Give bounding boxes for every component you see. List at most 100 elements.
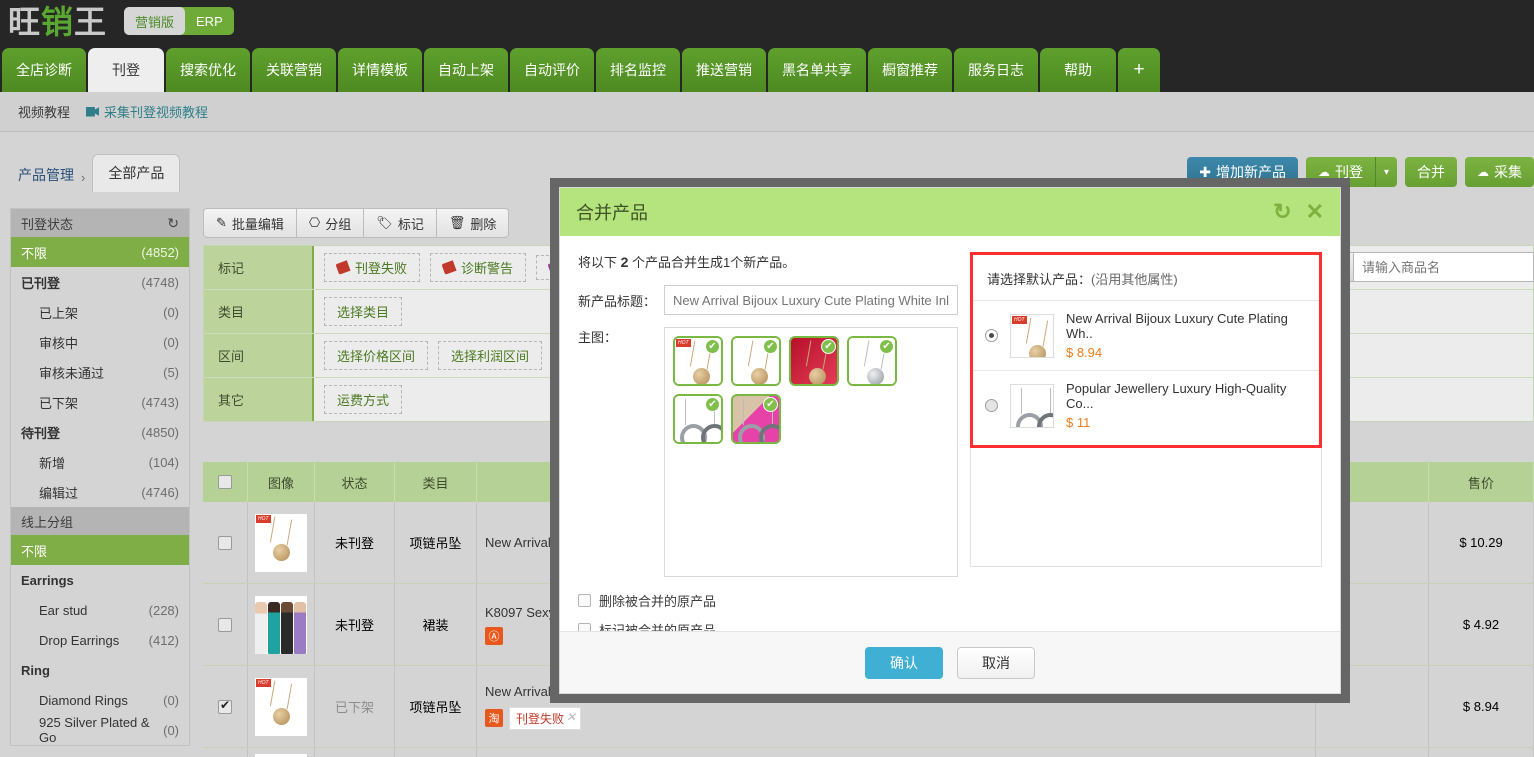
sidebar-item-status-5[interactable]: 已下架 (4743) <box>11 387 189 417</box>
refresh-icon[interactable]: ↻ <box>1273 201 1291 223</box>
sidebar-item-status-4[interactable]: 审核未通过 (5) <box>11 357 189 387</box>
delete-button[interactable]: 🗑 删除 <box>435 208 510 238</box>
sidebar-item-group-6[interactable]: 925 Silver Plated & Go (0) <box>11 715 189 745</box>
left-sidebar: 刊登状态 ↻ 不限 (4852) 已刊登 (4748) 已上架 (0) 审核中 … <box>10 208 190 746</box>
taobao-badge-icon: 淘 <box>485 709 503 728</box>
tab-5[interactable]: 自动上架 <box>424 48 508 92</box>
sidebar-item-status-6[interactable]: 待刊登 (4850) <box>11 417 189 447</box>
sidebar-item-status-3[interactable]: 审核中 (0) <box>11 327 189 357</box>
sidebar-item-status-1[interactable]: 已刊登 (4748) <box>11 267 189 297</box>
video-tutorial-link[interactable]: 视频教程 <box>18 102 70 121</box>
row-select-cell <box>203 666 248 747</box>
default-product-option-0[interactable]: HOT New Arrival Bijoux Luxury Cute Plati… <box>973 300 1319 370</box>
search-input[interactable] <box>1354 252 1534 282</box>
row-checkbox[interactable] <box>218 698 232 714</box>
gallery-image-2[interactable]: ✔ <box>789 336 839 386</box>
sidebar-item-group-3[interactable]: Drop Earrings (412) <box>11 625 189 655</box>
sidebar-item-group-1[interactable]: Earrings <box>11 565 189 595</box>
group-icon: ⎔ <box>308 215 321 230</box>
default-product-hint: (沿用其他属性) <box>1091 272 1178 287</box>
filter-chip-price-range[interactable]: 选择价格区间 <box>324 341 429 370</box>
tab-2[interactable]: 搜索优化 <box>166 48 250 92</box>
modal-right-column: 请选择默认产品：(沿用其他属性) HOT New Arrival Bijoux … <box>958 252 1322 631</box>
check-icon: ✔ <box>821 339 836 354</box>
gallery-image-4[interactable]: ✔ <box>673 394 723 444</box>
tab-3[interactable]: 关联营销 <box>252 48 336 92</box>
default-product-label: 请选择默认产品： <box>987 272 1092 287</box>
sidebar-item-group-5[interactable]: Diamond Rings (0) <box>11 685 189 715</box>
trash-icon: 🗑 <box>448 215 466 230</box>
tab-10[interactable]: 橱窗推荐 <box>868 48 952 92</box>
product-radio[interactable] <box>985 399 998 412</box>
tab-7[interactable]: 排名监控 <box>596 48 680 92</box>
close-icon[interactable]: ✕ <box>1306 201 1324 223</box>
modal-header: 合并产品 ↻ ✕ <box>560 188 1340 236</box>
tab-4[interactable]: 详情模板 <box>338 48 422 92</box>
tab-8[interactable]: 推送营销 <box>682 48 766 92</box>
tab-1[interactable]: 刊登 <box>88 48 164 92</box>
merge-button[interactable]: 合并 <box>1405 157 1457 187</box>
delete-merged-option[interactable]: 删除被合并的原产品 <box>578 591 958 610</box>
batch-edit-button[interactable]: ✎ 批量编辑 <box>203 208 296 238</box>
confirm-button[interactable]: 确认 <box>865 646 943 679</box>
publish-failed-tag[interactable]: 刊登失败 ✕ <box>509 706 582 730</box>
thumb-badge-icon: HOT <box>676 339 691 347</box>
edit-icon: ✎ <box>216 215 227 230</box>
sidebar-item-status-7[interactable]: 新增 (104) <box>11 447 189 477</box>
sidebar-item-status-8[interactable]: 编辑过 (4746) <box>11 477 189 507</box>
logo-char-3: 王 <box>74 4 108 40</box>
cancel-button[interactable]: 取消 <box>957 646 1035 679</box>
version-marketing[interactable]: 营销版 <box>124 7 186 35</box>
close-icon[interactable]: ✕ <box>566 710 576 724</box>
new-title-input[interactable] <box>664 285 958 315</box>
thumb-badge-icon: HOT <box>256 514 271 523</box>
version-erp[interactable]: ERP <box>185 7 234 35</box>
tab-11[interactable]: 服务日志 <box>954 48 1038 92</box>
filter-chip-0[interactable]: 刊登失败 <box>324 253 421 282</box>
table-row[interactable]: Popular Jewellery Luxury High-Quality Co… <box>203 748 1534 757</box>
refresh-icon[interactable]: ↻ <box>167 215 179 232</box>
tab-12[interactable]: 帮助 <box>1040 48 1116 92</box>
group-button[interactable]: ⎔ 分组 <box>295 208 364 238</box>
collect-tutorial-link[interactable]: 采集刊登视频教程 <box>86 102 208 121</box>
delete-merged-label: 删除被合并的原产品 <box>599 594 717 609</box>
publish-caret-button[interactable]: ▾ <box>1375 157 1397 187</box>
gallery-image-3[interactable]: ✔ <box>847 336 897 386</box>
breadcrumb-root[interactable]: 产品管理 <box>18 165 74 192</box>
delete-merged-checkbox[interactable] <box>578 594 591 607</box>
breadcrumb-current[interactable]: 全部产品 <box>92 154 181 192</box>
check-icon: ✔ <box>705 339 720 354</box>
sidebar-item-group-2[interactable]: Ear stud (228) <box>11 595 189 625</box>
modal-body: 将以下 2 个产品合并生成1个新产品。 新产品标题： 主图： HOT ✔ <box>560 236 1340 638</box>
collect-button[interactable]: ☁ 采集 <box>1465 157 1534 187</box>
sidebar-item-status-0[interactable]: 不限 (4852) <box>11 237 189 267</box>
row-checkbox[interactable] <box>218 617 232 632</box>
default-product-option-1[interactable]: Popular Jewellery Luxury High-Quality Co… <box>973 370 1319 440</box>
tab-add-icon[interactable]: + <box>1118 48 1160 92</box>
product-radio[interactable] <box>985 329 998 342</box>
filter-chip-profit-range[interactable]: 选择利润区间 <box>438 341 543 370</box>
filter-chip-category[interactable]: 选择类目 <box>324 297 403 326</box>
select-all-checkbox[interactable] <box>218 475 232 489</box>
sidebar-group-header: 线上分组 <box>11 507 189 535</box>
sidebar-item-group-4[interactable]: Ring <box>11 655 189 685</box>
filter-caption: 区间 <box>204 334 314 377</box>
tab-strip: 全店诊断 刊登 搜索优化 关联营销 详情模板 自动上架 自动评价 排名监控 推送… <box>0 44 1534 92</box>
mark-button[interactable]: 🏷 标记 <box>363 208 436 238</box>
modal-header-icons: ↻ ✕ <box>1273 201 1324 223</box>
tab-0[interactable]: 全店诊断 <box>2 48 86 92</box>
tab-9[interactable]: 黑名单共享 <box>768 48 866 92</box>
filter-chip-1[interactable]: 诊断警告 <box>430 253 527 282</box>
filter-chip-shipping[interactable]: 运费方式 <box>324 385 403 414</box>
default-product-selector: 请选择默认产品：(沿用其他属性) HOT New Arrival Bijoux … <box>970 252 1322 448</box>
gallery-image-0[interactable]: HOT ✔ <box>673 336 723 386</box>
tab-6[interactable]: 自动评价 <box>510 48 594 92</box>
sidebar-item-status-2[interactable]: 已上架 (0) <box>11 297 189 327</box>
row-checkbox[interactable] <box>218 535 232 550</box>
dresses-image <box>255 596 307 654</box>
gallery-image-1[interactable]: ✔ <box>731 336 781 386</box>
version-switch[interactable]: 营销版 ERP <box>124 7 234 35</box>
sidebar-item-label: 已上架 <box>39 305 79 321</box>
sidebar-item-group-0[interactable]: 不限 <box>11 535 189 565</box>
gallery-image-5[interactable]: ✔ <box>731 394 781 444</box>
